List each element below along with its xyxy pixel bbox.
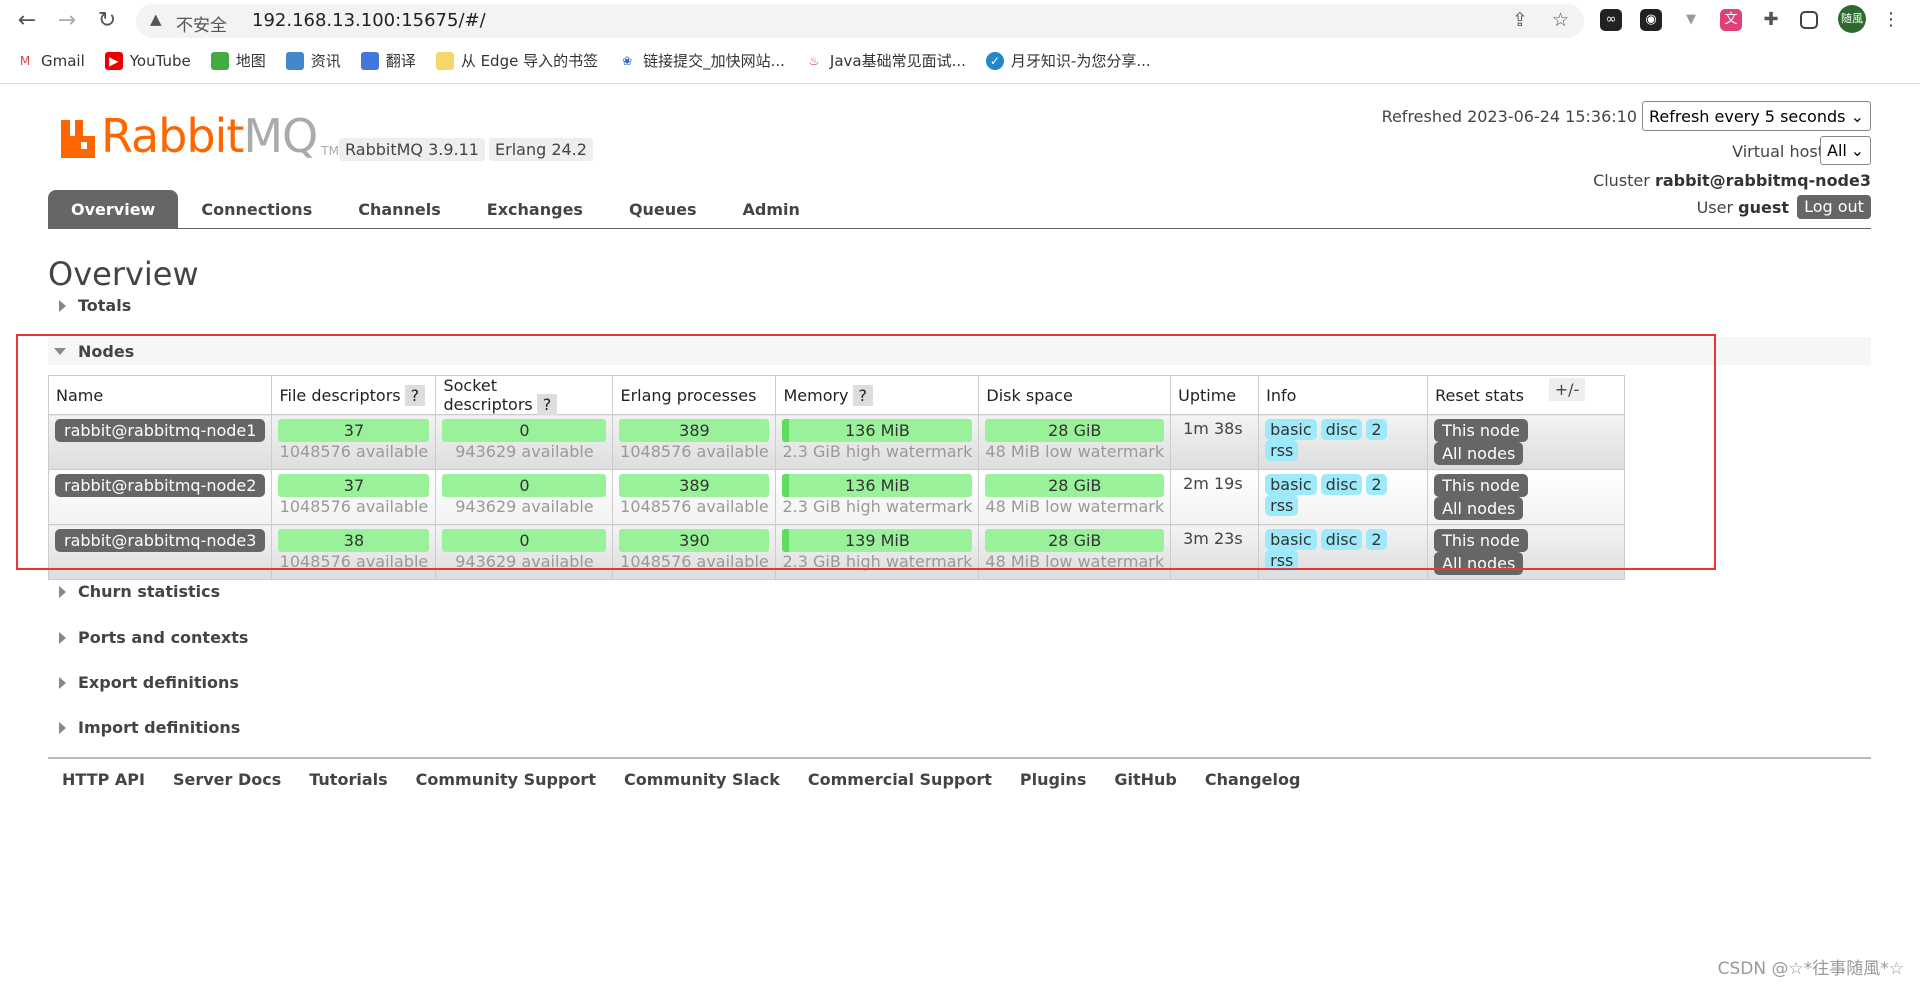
- puzzle-icon[interactable]: ✚: [1760, 9, 1782, 31]
- section-label: Ports and contexts: [78, 628, 249, 647]
- menu-icon[interactable]: ⋮: [1880, 9, 1902, 31]
- yueya-icon: ✓: [985, 51, 1004, 70]
- share-icon[interactable]: ⇪: [1512, 9, 1528, 31]
- cluster-name: rabbit@rabbitmq-node3: [1654, 171, 1871, 190]
- logo-text: RabbitMQ: [101, 109, 318, 163]
- reload-icon[interactable]: ↻: [94, 8, 120, 34]
- section-import[interactable]: Import definitions: [59, 718, 240, 737]
- bookmark-youtube[interactable]: ▶ YouTube: [104, 50, 191, 71]
- extension-icon[interactable]: ▼: [1680, 9, 1702, 31]
- footer-link[interactable]: Server Docs: [159, 770, 295, 789]
- bookmark-java[interactable]: ♨ Java基础常见面试...: [805, 50, 966, 71]
- section-totals[interactable]: Totals: [59, 296, 131, 315]
- cluster-label: Cluster: [1593, 171, 1650, 190]
- rabbitmq-logo[interactable]: RabbitMQ TM: [61, 109, 339, 163]
- expand-icon: [59, 631, 66, 644]
- gmail-icon: M: [19, 53, 31, 68]
- bookmark-label: 月牙知识-为您分享...: [1010, 52, 1151, 70]
- highlight-box: [16, 334, 1716, 570]
- section-ports[interactable]: Ports and contexts: [59, 628, 248, 647]
- refreshed-time: Refreshed 2023-06-24 15:36:10: [1381, 107, 1637, 126]
- bookmark-yueya[interactable]: ✓ 月牙知识-为您分享...: [985, 50, 1151, 71]
- section-label: Export definitions: [78, 673, 239, 692]
- footer-link[interactable]: GitHub: [1100, 770, 1191, 789]
- vhost-select[interactable]: All ⌄: [1820, 136, 1871, 165]
- browser-chrome: ← → ↻ ▲ 不安全 192.168.13.100:15675/#/ ⇪ ☆ …: [0, 0, 1920, 84]
- extension-icon[interactable]: ◉: [1640, 9, 1662, 31]
- bookmark-label: 从 Edge 导入的书签: [460, 52, 599, 70]
- tab-connections[interactable]: Connections: [178, 190, 335, 228]
- expand-icon: [59, 585, 66, 598]
- rabbit-logo-icon: [61, 120, 95, 158]
- expand-icon: [59, 721, 66, 734]
- footer-link[interactable]: Commercial Support: [794, 770, 1006, 789]
- translate-icon: [360, 51, 379, 70]
- watermark: CSDN @☆*往事随風*☆: [1717, 959, 1904, 979]
- section-label: Totals: [78, 296, 132, 315]
- tab-overview[interactable]: Overview: [48, 190, 179, 228]
- section-churn[interactable]: Churn statistics: [59, 582, 220, 601]
- expand-icon: [59, 299, 66, 312]
- youtube-icon: ▶: [104, 51, 123, 70]
- warning-icon: ▲: [150, 10, 162, 28]
- back-icon[interactable]: ←: [14, 8, 40, 34]
- bookmark-label: Java基础常见面试...: [829, 52, 966, 70]
- footer-link[interactable]: Plugins: [1006, 770, 1100, 789]
- chevron-down-icon: ⌄: [1850, 141, 1864, 160]
- version-badge: RabbitMQ 3.9.11: [339, 138, 485, 161]
- bookmark-label: 地图: [235, 52, 266, 70]
- trademark: TM: [321, 144, 339, 158]
- url-text[interactable]: 192.168.13.100:15675/#/: [252, 10, 486, 31]
- footer-link[interactable]: Community Slack: [610, 770, 794, 789]
- section-export[interactable]: Export definitions: [59, 673, 239, 692]
- bookmark-gmail[interactable]: M Gmail: [16, 50, 85, 71]
- cluster-info: Cluster rabbit@rabbitmq-node3: [1593, 171, 1871, 190]
- bookmark-label: 链接提交_加快网站...: [643, 52, 785, 70]
- bookmark-label: 资讯: [310, 52, 341, 70]
- main-tabs: Overview Connections Channels Exchanges …: [48, 190, 1871, 229]
- maps-icon: [210, 51, 229, 70]
- footer-link[interactable]: Community Support: [402, 770, 610, 789]
- bookmark-folder[interactable]: 从 Edge 导入的书签: [435, 50, 599, 71]
- extension-icon[interactable]: 文: [1720, 9, 1742, 31]
- tab-admin[interactable]: Admin: [720, 190, 823, 228]
- section-label: Churn statistics: [78, 582, 221, 601]
- section-label: Import definitions: [78, 718, 241, 737]
- bookmark-baidu[interactable]: ❀ 链接提交_加快网站...: [618, 50, 785, 71]
- bookmark-label: 翻译: [385, 52, 416, 70]
- footer-link[interactable]: HTTP API: [48, 770, 159, 789]
- expand-icon: [59, 676, 66, 689]
- footer-link[interactable]: Tutorials: [295, 770, 401, 789]
- folder-icon: [435, 51, 454, 70]
- tab-channels[interactable]: Channels: [335, 190, 464, 228]
- profile-avatar[interactable]: 随風: [1838, 5, 1866, 33]
- footer-link[interactable]: Changelog: [1191, 770, 1315, 789]
- bookmark-news[interactable]: 资讯: [285, 50, 341, 71]
- insecure-label: 不安全: [176, 16, 227, 36]
- extension-icon[interactable]: ∞: [1600, 9, 1622, 31]
- refresh-interval-select[interactable]: Refresh every 5 seconds ⌄: [1642, 101, 1871, 131]
- sidebar-icon[interactable]: [1800, 11, 1818, 29]
- bookmark-maps[interactable]: 地图: [210, 50, 266, 71]
- vhost-label: Virtual host: [1732, 142, 1824, 161]
- chevron-down-icon: ⌄: [1850, 106, 1864, 126]
- forward-icon[interactable]: →: [54, 8, 80, 34]
- bookmarks-bar: M Gmail ▶ YouTube 地图 资讯 翻译 从 Edge 导入的书签 ❀ 链…: [16, 50, 1151, 71]
- bookmark-label: YouTube: [129, 51, 191, 70]
- bookmark-translate[interactable]: 翻译: [360, 50, 416, 71]
- paw-icon: ❀: [622, 53, 633, 68]
- select-value: All: [1827, 141, 1847, 160]
- news-icon: [285, 51, 304, 70]
- address-bar[interactable]: ▲ 不安全 192.168.13.100:15675/#/ ⇪ ☆: [136, 4, 1584, 38]
- tab-queues[interactable]: Queues: [606, 190, 720, 228]
- footer-links: HTTP API Server Docs Tutorials Community…: [48, 757, 1871, 789]
- tab-exchanges[interactable]: Exchanges: [464, 190, 606, 228]
- page-title: Overview: [48, 255, 199, 293]
- select-value: Refresh every 5 seconds: [1649, 106, 1846, 126]
- erlang-badge: Erlang 24.2: [489, 138, 593, 161]
- java-icon: ♨: [808, 53, 820, 68]
- star-icon[interactable]: ☆: [1552, 9, 1569, 31]
- bookmark-label: Gmail: [41, 51, 85, 70]
